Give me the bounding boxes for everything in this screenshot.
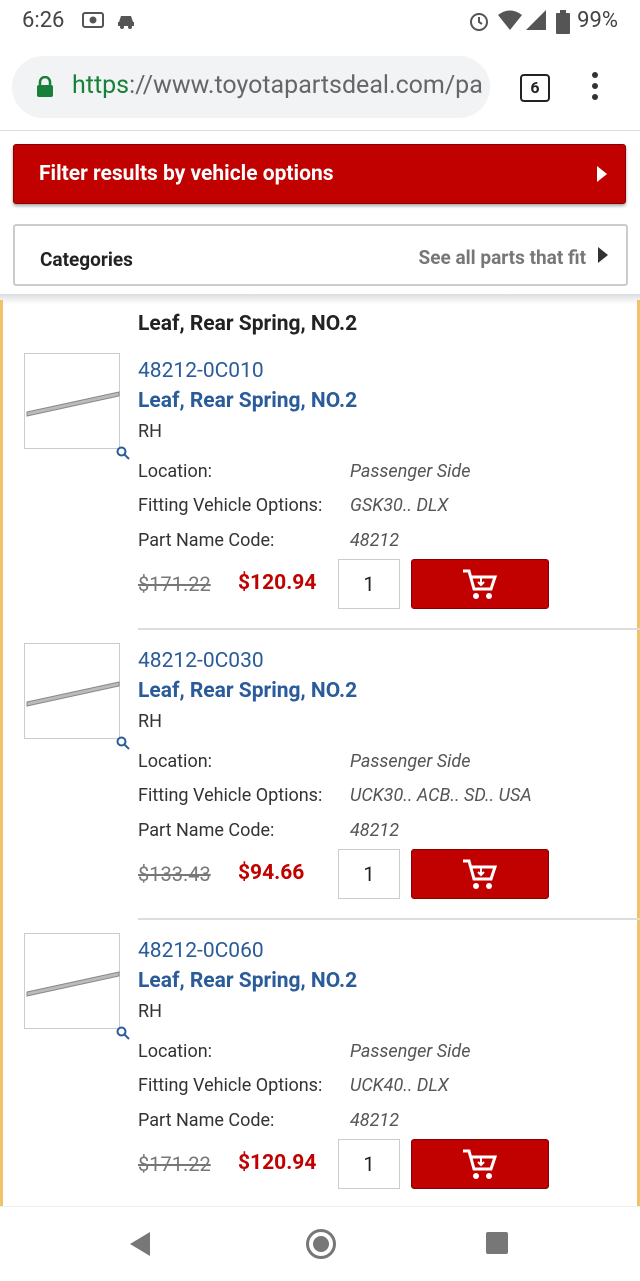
status-time: 6:26 xyxy=(22,8,65,33)
parts-list: Leaf, Rear Spring, NO.2 48212-0C010 Leaf… xyxy=(0,300,640,1206)
add-to-cart-button[interactable] xyxy=(411,849,549,899)
battery-percent: 99% xyxy=(577,8,618,33)
fitting-value: GSK30.. DLX xyxy=(350,495,449,516)
name-code-value: 48212 xyxy=(350,1110,400,1131)
lock-icon xyxy=(36,75,54,102)
cell-signal-icon xyxy=(526,10,548,34)
part-item: 48212-0C060 Leaf, Rear Spring, NO.2 RH L… xyxy=(0,933,640,1206)
fitting-label: Fitting Vehicle Options: xyxy=(138,495,323,516)
system-navigation-bar xyxy=(0,1206,640,1281)
part-name-link[interactable]: Leaf, Rear Spring, NO.2 xyxy=(138,679,357,703)
part-name-link[interactable]: Leaf, Rear Spring, NO.2 xyxy=(138,389,357,413)
part-side: RH xyxy=(138,711,162,732)
arrow-right-icon xyxy=(598,247,608,263)
part-thumbnail[interactable] xyxy=(24,353,130,460)
part-number-link[interactable]: 48212-0C010 xyxy=(138,359,264,383)
quantity-input[interactable]: 1 xyxy=(338,559,400,609)
url-scheme: https xyxy=(72,71,130,100)
original-price: $133.43 xyxy=(138,862,211,886)
part-thumbnail[interactable] xyxy=(24,643,130,750)
url-text: https://www.toyotapartsdeal.com/pa xyxy=(72,71,482,100)
filter-label: Filter results by vehicle options xyxy=(39,162,334,186)
divider xyxy=(138,918,640,920)
location-value: Passenger Side xyxy=(350,1041,471,1062)
add-to-cart-button[interactable] xyxy=(411,1139,549,1189)
part-number-link[interactable]: 48212-0C030 xyxy=(138,649,264,673)
original-price: $171.22 xyxy=(138,1152,211,1176)
part-thumbnail[interactable] xyxy=(24,933,130,1040)
quantity-input[interactable]: 1 xyxy=(338,1139,400,1189)
back-icon[interactable] xyxy=(130,1232,150,1256)
part-side: RH xyxy=(138,1001,162,1022)
fitting-label: Fitting Vehicle Options: xyxy=(138,785,323,806)
browser-toolbar: https://www.toyotapartsdeal.com/pa 6 xyxy=(0,44,640,131)
location-label: Location: xyxy=(138,751,213,772)
fitting-label: Fitting Vehicle Options: xyxy=(138,1075,323,1096)
url-rest: ://www.toyotapartsdeal.com/pa xyxy=(129,71,482,100)
wifi-icon xyxy=(498,10,522,34)
sale-price: $120.94 xyxy=(238,1151,317,1175)
location-label: Location: xyxy=(138,1041,213,1062)
add-to-cart-button[interactable] xyxy=(411,559,549,609)
sale-price: $120.94 xyxy=(238,571,317,595)
name-code-label: Part Name Code: xyxy=(138,820,275,841)
name-code-label: Part Name Code: xyxy=(138,1110,275,1131)
original-price: $171.22 xyxy=(138,572,211,596)
quantity-input[interactable]: 1 xyxy=(338,849,400,899)
fitting-value: UCK40.. DLX xyxy=(350,1075,449,1096)
more-menu-icon[interactable] xyxy=(590,72,600,104)
categories-bar[interactable]: Categories See all parts that fit xyxy=(13,224,628,286)
part-number-link[interactable]: 48212-0C060 xyxy=(138,939,264,963)
tab-switcher-button[interactable]: 6 xyxy=(520,74,550,102)
sale-price: $94.66 xyxy=(238,861,305,885)
home-icon[interactable] xyxy=(306,1229,336,1259)
arrow-right-icon xyxy=(597,166,607,182)
car-notification-icon xyxy=(116,10,138,34)
name-code-label: Part Name Code: xyxy=(138,530,275,551)
divider xyxy=(138,628,640,630)
fitting-value: UCK30.. ACB.. SD.. USA xyxy=(350,785,532,806)
location-value: Passenger Side xyxy=(350,461,471,482)
filter-vehicle-options-button[interactable]: Filter results by vehicle options xyxy=(13,144,626,204)
name-code-value: 48212 xyxy=(350,530,400,551)
recents-icon[interactable] xyxy=(486,1232,508,1254)
photo-notification-icon xyxy=(82,10,104,34)
location-value: Passenger Side xyxy=(350,751,471,772)
part-side: RH xyxy=(138,421,162,442)
location-label: Location: xyxy=(138,461,213,482)
section-title: Leaf, Rear Spring, NO.2 xyxy=(138,312,358,336)
address-bar[interactable]: https://www.toyotapartsdeal.com/pa xyxy=(12,56,490,118)
name-code-value: 48212 xyxy=(350,820,400,841)
alarm-icon xyxy=(468,10,490,36)
categories-label: Categories xyxy=(40,248,133,271)
part-item: 48212-0C010 Leaf, Rear Spring, NO.2 RH L… xyxy=(0,353,640,643)
status-bar: 6:26 99% xyxy=(0,0,640,44)
part-item: 48212-0C030 Leaf, Rear Spring, NO.2 RH L… xyxy=(0,643,640,933)
part-name-link[interactable]: Leaf, Rear Spring, NO.2 xyxy=(138,969,357,993)
battery-icon xyxy=(556,10,570,38)
see-all-parts-link[interactable]: See all parts that fit xyxy=(419,246,586,269)
